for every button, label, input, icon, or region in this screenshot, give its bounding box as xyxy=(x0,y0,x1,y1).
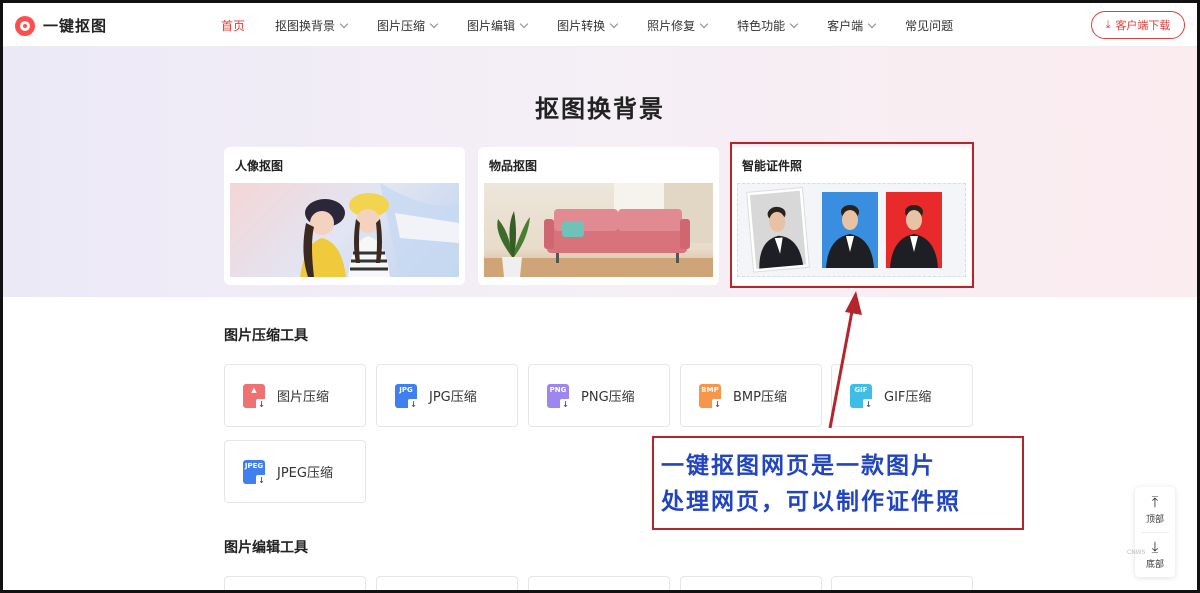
arrow-down-icon: ⤓ xyxy=(1151,537,1159,556)
tool-jpeg-compress[interactable]: JPEG JPEG压缩 xyxy=(224,440,366,503)
tool-image-compress[interactable]: ▲ 图片压缩 xyxy=(224,364,366,427)
tool-card-partial[interactable] xyxy=(224,576,366,593)
logo-text: 一键抠图 xyxy=(43,17,108,35)
card-portrait-cutout[interactable]: 人像抠图 xyxy=(224,147,465,285)
top-navbar: 一键抠图 首页 抠图换背景 图片压缩 图片编辑 图片转换 照片修复 特色功能 客… xyxy=(3,3,1197,47)
arrow-up-icon: ⤒ xyxy=(1151,492,1159,511)
gif-file-icon: GIF xyxy=(850,383,874,410)
page-title: 抠图换背景 xyxy=(535,95,665,123)
client-download-button[interactable]: ⤓ 客户端下载 xyxy=(1091,11,1185,39)
nav-item-cutout-background[interactable]: 抠图换背景 xyxy=(275,17,349,34)
nav-item-client[interactable]: 客户端 xyxy=(827,17,877,34)
chevron-down-icon xyxy=(339,19,349,28)
image-compress-icon: ▲ xyxy=(243,383,267,410)
nav-item-special-features[interactable]: 特色功能 xyxy=(737,17,799,34)
card-object-cutout[interactable]: 物品抠图 xyxy=(478,147,719,285)
jpg-file-icon: JPG xyxy=(395,383,419,410)
nav-item-faq[interactable]: 常见问题 xyxy=(905,17,953,34)
chevron-down-icon xyxy=(429,19,439,28)
card-title: 物品抠图 xyxy=(489,159,538,173)
png-file-icon: PNG xyxy=(547,383,571,410)
id-photo-samples xyxy=(737,183,966,277)
nav-item-image-compress[interactable]: 图片压缩 xyxy=(377,17,439,34)
site-logo[interactable]: 一键抠图 xyxy=(15,15,107,36)
nav-item-image-convert[interactable]: 图片转换 xyxy=(557,17,619,34)
tool-card-partial[interactable] xyxy=(376,576,518,593)
chevron-down-icon xyxy=(789,19,799,28)
section-title-edit: 图片编辑工具 xyxy=(224,540,308,556)
tool-card-partial[interactable] xyxy=(528,576,670,593)
tool-jpg-compress[interactable]: JPG JPG压缩 xyxy=(376,364,518,427)
card-title: 人像抠图 xyxy=(235,159,284,173)
back-to-top-button[interactable]: ⤒ 顶部 xyxy=(1135,487,1175,532)
annotation-callout: 一键抠图网页是一款图片 处理网页，可以制作证件照 xyxy=(652,436,1024,530)
tool-gif-compress[interactable]: GIF GIF压缩 xyxy=(831,364,973,427)
tool-png-compress[interactable]: PNG PNG压缩 xyxy=(528,364,670,427)
card-title: 智能证件照 xyxy=(742,159,803,173)
watermark-text: CNWS xyxy=(1127,549,1146,556)
card-id-photo[interactable]: 智能证件照 xyxy=(731,147,972,285)
nav-item-image-edit[interactable]: 图片编辑 xyxy=(467,17,529,34)
annotation-line-2: 处理网页，可以制作证件照 xyxy=(661,489,961,515)
section-title-compress: 图片压缩工具 xyxy=(224,328,308,344)
bmp-file-icon: BMP xyxy=(699,383,723,410)
tool-card-partial[interactable] xyxy=(831,576,973,593)
tool-bmp-compress[interactable]: BMP BMP压缩 xyxy=(680,364,822,427)
download-icon: ⤓ xyxy=(1105,18,1111,31)
nav-item-photo-repair[interactable]: 照片修复 xyxy=(647,17,709,34)
chevron-down-icon xyxy=(609,19,619,28)
tool-card-partial[interactable] xyxy=(680,576,822,593)
chevron-down-icon xyxy=(519,19,529,28)
hero-section: 抠图换背景 人像抠图 物品抠图 智能证件照 xyxy=(3,47,1197,297)
portrait-photo xyxy=(230,183,459,277)
side-float-panel: ⤒ 顶部 ⤓ 底部 xyxy=(1135,487,1175,577)
chevron-down-icon xyxy=(867,19,877,28)
jpeg-file-icon: JPEG xyxy=(243,459,267,486)
logo-icon xyxy=(15,15,35,36)
main-nav: 首页 抠图换背景 图片压缩 图片编辑 图片转换 照片修复 特色功能 客户端 常见… xyxy=(221,3,983,47)
chevron-down-icon xyxy=(699,19,709,28)
nav-item-home[interactable]: 首页 xyxy=(221,17,245,34)
object-photo xyxy=(484,183,713,277)
annotation-line-1: 一键抠图网页是一款图片 xyxy=(661,453,936,479)
